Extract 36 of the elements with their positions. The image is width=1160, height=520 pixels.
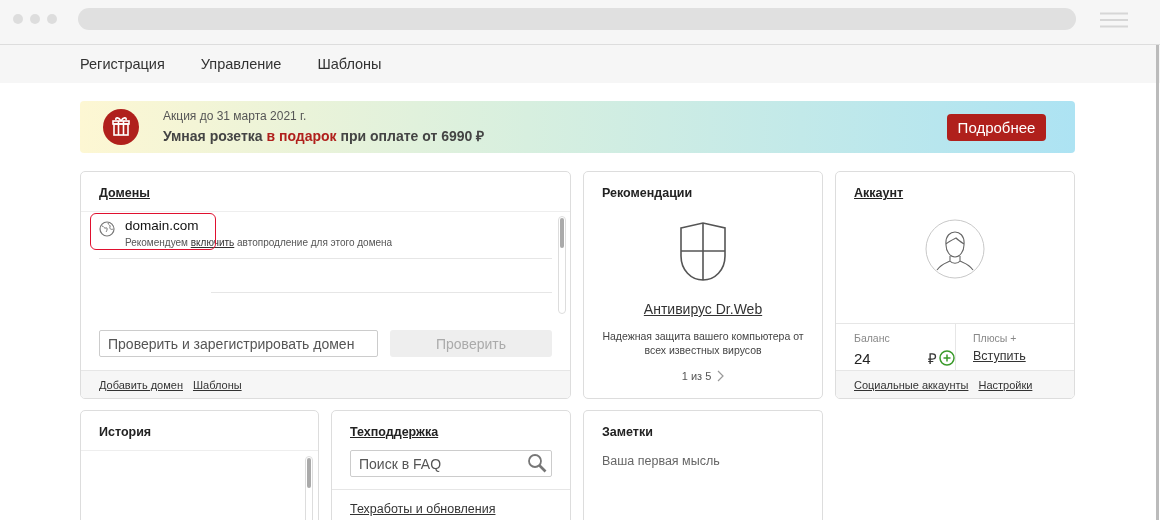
search-icon [527,453,547,473]
nav-link[interactable]: Шаблоны [317,56,382,72]
nav-link[interactable]: Регистрация [80,56,165,72]
details-button[interactable]: Подробнее [947,113,1046,141]
card-title: История [99,425,152,439]
shield-icon [680,222,726,282]
footer-link[interactable]: Настройки [978,378,1033,391]
card-title-link[interactable]: Аккаунт [854,186,904,200]
footer-link[interactable]: Шаблоны [192,378,242,391]
gift-icon [103,109,139,145]
join-link[interactable]: Вступить [973,349,1026,363]
note-field[interactable]: Ваша первая мысль [583,448,823,520]
pager-count: 1 из 5 [681,370,712,382]
card-title-link[interactable]: Домены [99,186,150,200]
card-title: Заметки [602,425,653,439]
faq-search-field[interactable]: Поиск в FAQ [350,450,552,477]
domain-name[interactable]: domain.com [125,212,552,233]
chevron-right-icon[interactable] [717,370,725,382]
balance-amount: 24 [854,349,871,367]
footer-link[interactable]: Социальные аккаунты [854,378,969,391]
globe-icon [99,221,115,237]
plus-label: Плюсы + [973,332,1018,344]
currency-sign: ₽ [928,349,937,368]
support-link[interactable]: Техработы и обновления [350,502,496,516]
promo-headline: Умная розетка в подарок при оплате от 6990 ₽ [163,127,486,145]
avatar-icon [925,219,985,279]
balance-label: Баланс [854,332,891,344]
footer-link[interactable]: Добавить домен [99,378,183,391]
nav-link[interactable]: Управление [200,56,282,72]
domain-search-field[interactable]: Проверить и зарегистрировать домен [99,330,378,357]
add-funds-icon[interactable] [939,350,955,366]
product-description: Надежная защита вашего компьютера от всех известных вирусов [601,329,805,357]
card-title: Рекомендации [602,186,693,200]
product-link[interactable]: Антивирус Dr.Web [643,301,763,317]
card-title-link[interactable]: Техподдержка [350,425,439,439]
promo-date: Акция до 31 марта 2021 г. [163,109,308,123]
